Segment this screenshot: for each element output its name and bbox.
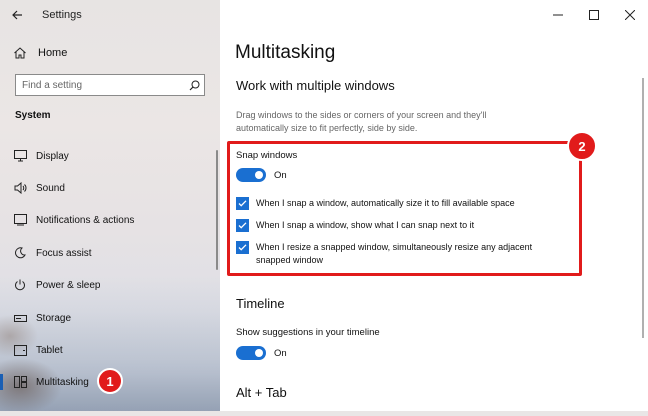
sidebar-item-power[interactable]: Power & sleep (0, 272, 220, 298)
app-title: Settings (42, 9, 82, 21)
notifications-icon (13, 213, 27, 227)
checkbox-checked[interactable] (236, 197, 249, 210)
storage-icon (13, 311, 27, 325)
section-heading: System (15, 110, 51, 121)
power-icon (13, 278, 27, 292)
sidebar-item-focus-assist[interactable]: Focus assist (0, 240, 220, 266)
home-label: Home (38, 47, 68, 59)
sidebar-item-label: Storage (36, 312, 72, 324)
title-bar: Settings (0, 0, 220, 30)
annotation-badge-2: 2 (567, 131, 597, 161)
home-link[interactable]: Home (12, 45, 67, 61)
checkbox-label: When I snap a window, show what I can sn… (256, 220, 475, 230)
search-icon[interactable] (184, 75, 204, 95)
back-button[interactable] (0, 0, 34, 30)
back-arrow-icon (12, 10, 22, 20)
settings-window: Settings Home System Display Sound (0, 0, 648, 416)
home-icon (12, 45, 28, 61)
timeline-suggestions-state: On (274, 348, 287, 359)
checkmark-icon (238, 244, 247, 251)
sound-icon (13, 181, 27, 195)
annotation-badge-1: 1 (97, 368, 123, 394)
sidebar-item-sound[interactable]: Sound (0, 175, 220, 201)
tablet-icon (13, 343, 27, 357)
snap-windows-label: Snap windows (236, 150, 298, 161)
sidebar: Settings Home System Display Sound (0, 0, 220, 416)
timeline-suggestions-label: Show suggestions in your timeline (236, 327, 380, 338)
snap-option-show-next[interactable]: When I snap a window, show what I can sn… (236, 219, 536, 232)
checkbox-label: When I resize a snapped window, simultan… (256, 242, 533, 265)
snap-option-resize-adjacent[interactable]: When I resize a snapped window, simultan… (236, 241, 536, 267)
checkmark-icon (238, 200, 247, 207)
checkbox-label: When I snap a window, automatically size… (256, 198, 515, 208)
sidebar-item-storage[interactable]: Storage (0, 305, 220, 331)
section-description: Drag windows to the sides or corners of … (236, 110, 487, 133)
maximize-button[interactable] (576, 0, 612, 30)
checkbox-checked[interactable] (236, 219, 249, 232)
main-scrollbar[interactable] (642, 78, 644, 338)
snap-windows-state: On (274, 170, 287, 181)
main-content: Multitasking Work with multiple windows … (220, 0, 648, 416)
sidebar-item-label: Focus assist (36, 247, 92, 259)
focus-assist-icon (13, 246, 27, 260)
sidebar-scrollbar[interactable] (216, 150, 218, 270)
search-input[interactable] (16, 75, 184, 95)
minimize-button[interactable] (540, 0, 576, 30)
close-icon (625, 10, 635, 20)
section-heading-windows: Work with multiple windows (236, 78, 395, 93)
checkmark-icon (238, 222, 247, 229)
sidebar-item-notifications[interactable]: Notifications & actions (0, 207, 220, 233)
maximize-icon (589, 10, 599, 20)
checkbox-checked[interactable] (236, 241, 249, 254)
snap-windows-toggle[interactable] (236, 168, 266, 182)
search-box[interactable] (15, 74, 205, 96)
close-button[interactable] (612, 0, 648, 30)
sidebar-item-label: Notifications & actions (36, 214, 135, 226)
snap-option-fill-space[interactable]: When I snap a window, automatically size… (236, 197, 536, 210)
sidebar-item-label: Multitasking (36, 376, 89, 388)
sidebar-item-display[interactable]: Display (0, 143, 220, 169)
window-bottom-border (0, 411, 648, 416)
active-indicator (0, 374, 3, 390)
sidebar-item-label: Display (36, 150, 69, 162)
multitasking-icon (13, 375, 27, 389)
sidebar-item-label: Sound (36, 182, 65, 194)
minimize-icon (553, 14, 563, 16)
sidebar-item-label: Power & sleep (36, 279, 101, 291)
timeline-suggestions-toggle[interactable] (236, 346, 266, 360)
section-heading-timeline: Timeline (236, 296, 285, 311)
sidebar-item-tablet[interactable]: Tablet (0, 337, 220, 363)
window-controls (540, 0, 648, 30)
sidebar-item-label: Tablet (36, 344, 63, 356)
page-title: Multitasking (235, 42, 336, 63)
display-icon (13, 149, 27, 163)
section-heading-alt-tab: Alt + Tab (236, 385, 287, 400)
